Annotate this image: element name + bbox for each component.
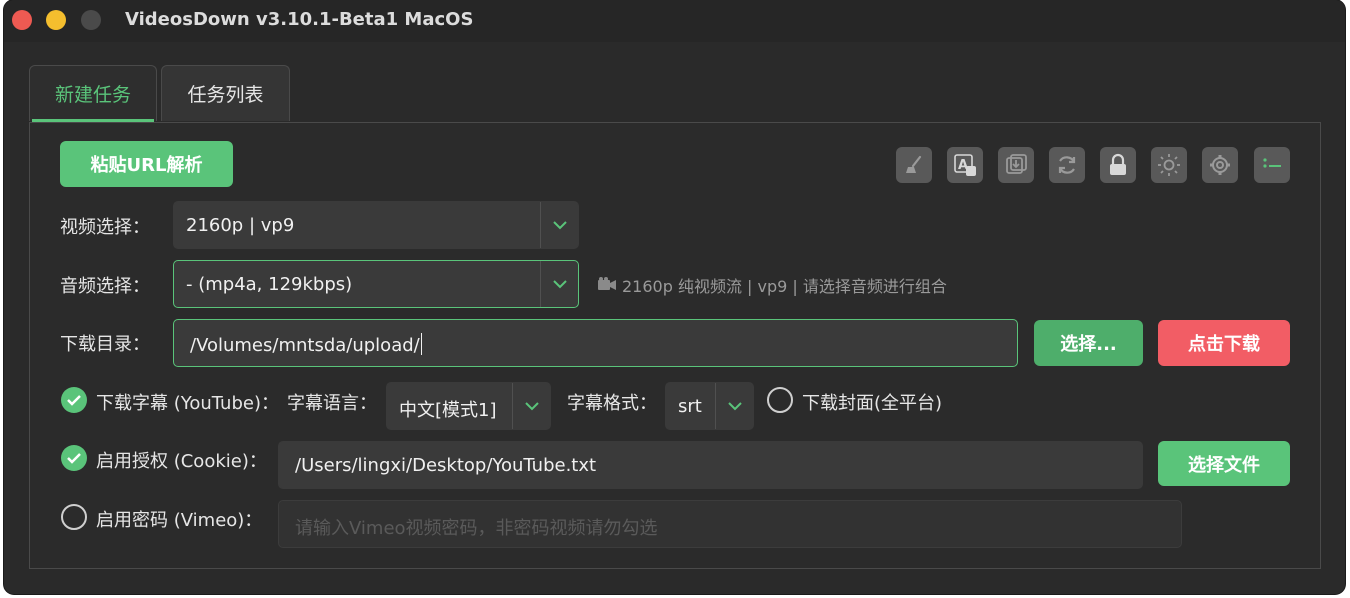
subtitle-format-value: srt	[678, 396, 702, 417]
audio-select-label: 音频选择：	[60, 276, 150, 297]
lock-icon[interactable]	[1100, 147, 1136, 183]
subtitle-lang-label: 字幕语言：	[287, 393, 377, 414]
new-task-panel: 粘贴URL解析 A 视频选择： 2160p | vp9 音频选择： - (mp4…	[29, 122, 1321, 569]
cookie-file-input[interactable]: /Users/lingxi/Desktop/YouTube.txt	[278, 441, 1143, 489]
vimeo-password-input[interactable]: 请输入Vimeo视频密码，非密码视频请勿勾选	[278, 500, 1182, 548]
audio-select-value: - (mp4a, 129kbps)	[186, 274, 353, 295]
cover-checkbox[interactable]	[767, 387, 793, 413]
cookie-file-value: /Users/lingxi/Desktop/YouTube.txt	[295, 455, 597, 476]
import-icon[interactable]	[998, 147, 1034, 183]
start-download-button[interactable]: 点击下载	[1158, 320, 1290, 366]
stream-info-hint: 2160p 纯视频流 | vp9 | 请选择音频进行组合	[622, 277, 947, 296]
video-select-label: 视频选择：	[60, 217, 150, 238]
subtitle-lang-value: 中文[模式1]	[399, 400, 497, 421]
subtitles-checkbox[interactable]	[61, 387, 87, 413]
tab-new-task[interactable]: 新建任务	[29, 65, 157, 122]
cookie-label: 启用授权 (Cookie)：	[96, 451, 267, 472]
chevron-down-icon	[540, 261, 578, 307]
chevron-down-icon	[540, 202, 578, 248]
chevron-down-icon	[715, 383, 753, 429]
video-camera-icon	[597, 276, 617, 296]
subtitle-format-label: 字幕格式：	[567, 393, 657, 414]
refresh-icon[interactable]	[1049, 147, 1085, 183]
download-dir-input[interactable]: /Volumes/mntsda/upload/	[173, 319, 1018, 367]
window-title: VideosDown v3.10.1-Beta1 MacOS	[125, 9, 474, 30]
sun-icon[interactable]	[1151, 147, 1187, 183]
subtitles-label: 下载字幕 (YouTube)：	[96, 393, 279, 414]
close-window-button[interactable]	[12, 10, 32, 30]
subtitle-lang-select[interactable]: 中文[模式1]	[386, 382, 551, 430]
list-icon[interactable]	[1254, 147, 1290, 183]
title-bar: VideosDown v3.10.1-Beta1 MacOS	[4, 0, 1345, 42]
subtitle-format-select[interactable]: srt	[665, 382, 754, 430]
download-dir-label: 下载目录：	[60, 334, 150, 355]
video-select[interactable]: 2160p | vp9	[173, 201, 579, 249]
download-dir-value: /Volumes/mntsda/upload/	[190, 335, 420, 356]
font-icon[interactable]: A	[947, 147, 983, 183]
vimeo-password-checkbox[interactable]	[61, 504, 87, 530]
chevron-down-icon	[512, 383, 550, 429]
tab-task-list[interactable]: 任务列表	[161, 65, 290, 121]
audio-select[interactable]: - (mp4a, 129kbps)	[173, 260, 579, 308]
cookie-checkbox[interactable]	[61, 445, 87, 471]
paste-url-button[interactable]: 粘贴URL解析	[60, 141, 233, 187]
minimize-window-button[interactable]	[46, 10, 66, 30]
vimeo-password-placeholder: 请输入Vimeo视频密码，非密码视频请勿勾选	[295, 518, 658, 539]
broom-icon[interactable]	[896, 147, 932, 183]
choose-dir-button[interactable]: 选择...	[1034, 320, 1143, 366]
cover-label: 下载封面(全平台)	[802, 393, 943, 414]
gear-icon[interactable]	[1202, 147, 1238, 183]
zoom-window-button[interactable]	[81, 10, 101, 30]
app-window: VideosDown v3.10.1-Beta1 MacOS 新建任务 任务列表…	[4, 0, 1345, 594]
choose-file-button[interactable]: 选择文件	[1158, 441, 1290, 486]
vimeo-password-label: 启用密码 (Vimeo)：	[96, 510, 263, 531]
video-select-value: 2160p | vp9	[186, 215, 295, 236]
